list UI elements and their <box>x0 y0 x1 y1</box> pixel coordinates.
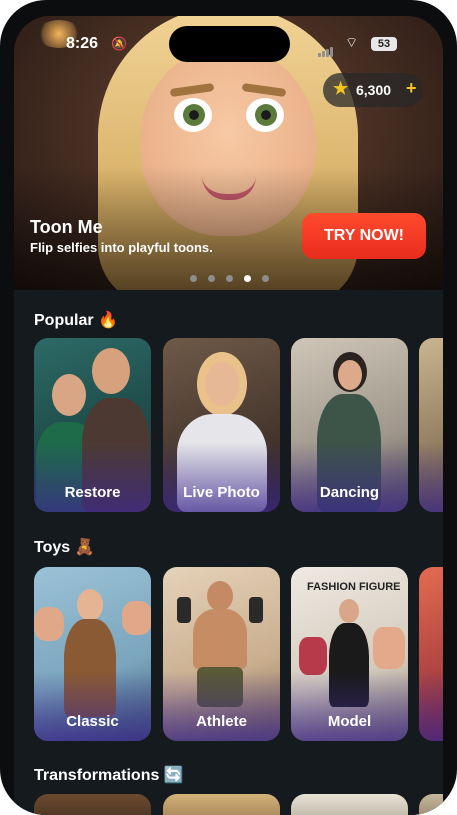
carousel-dot[interactable] <box>262 275 269 282</box>
status-bar: 8:26 🔕 ⌔ 53 <box>14 16 443 72</box>
signal-icon <box>318 39 334 57</box>
card-label: Classic <box>66 713 119 730</box>
plus-icon: + <box>406 78 417 98</box>
card-model[interactable]: FASHION FIGURE Model <box>291 567 408 741</box>
try-now-button[interactable]: TRY NOW! <box>302 213 426 259</box>
card-label: Athlete <box>196 713 247 730</box>
dumbbell <box>177 597 191 623</box>
card-transformation[interactable] <box>34 794 151 815</box>
toys-row[interactable]: Classic Athlete FASHION FIGURE Model <box>34 567 443 741</box>
hand-right <box>122 601 151 635</box>
card-athlete[interactable]: Athlete <box>163 567 280 741</box>
dynamic-island <box>169 26 290 62</box>
hero-subtitle: Flip selfies into playful toons. <box>30 240 213 255</box>
fire-icon: 🔥 <box>98 312 118 329</box>
card-label: Model <box>327 713 372 730</box>
toy-torso <box>193 609 247 669</box>
bell-slash-icon: 🔕 <box>111 36 128 51</box>
card-transformation[interactable] <box>163 794 280 815</box>
hero-title: Toon Me <box>30 217 103 237</box>
card-restore[interactable]: Restore <box>34 338 151 512</box>
toy-head <box>207 581 233 611</box>
eye-right <box>246 98 284 132</box>
carousel-dots[interactable] <box>190 269 280 287</box>
card-transformation[interactable] <box>291 794 408 815</box>
status-time: 8:26 <box>66 35 99 52</box>
coin-balance-button[interactable]: ★ 6,300 + <box>323 73 423 107</box>
card-peek[interactable] <box>419 567 443 741</box>
popular-row[interactable]: Restore Live Photo Dancing <box>34 338 443 512</box>
card-dancing[interactable]: Dancing <box>291 338 408 512</box>
star-icon: ★ <box>333 79 349 98</box>
carousel-dot[interactable] <box>226 275 233 282</box>
refresh-icon: 🔄 <box>163 767 184 784</box>
portrait-man <box>92 348 130 394</box>
portrait-face <box>205 362 239 406</box>
battery-icon: 53 <box>371 37 397 51</box>
transformations-row[interactable] <box>34 794 443 815</box>
carousel-dot-active[interactable] <box>244 275 251 282</box>
card-live-photo[interactable]: Live Photo <box>163 338 280 512</box>
carousel-dot[interactable] <box>208 275 215 282</box>
card-label: Restore <box>64 484 121 501</box>
card-label: Dancing <box>319 484 380 501</box>
hand-right <box>373 627 405 669</box>
card-label: Live Photo <box>183 484 260 501</box>
section-title-toys: Toys 🧸 <box>34 539 95 556</box>
portrait-face <box>338 360 362 390</box>
app-screen: Toon Me Flip selfies into playful toons.… <box>14 16 443 815</box>
portrait-woman <box>52 374 86 416</box>
toy-head <box>77 589 103 621</box>
bottle <box>249 597 263 623</box>
carousel-dot[interactable] <box>190 275 197 282</box>
section-title-popular: Popular 🔥 <box>34 312 118 329</box>
card-peek[interactable] <box>419 338 443 512</box>
coin-balance: 6,300 <box>356 82 392 98</box>
toy-head <box>339 599 359 623</box>
hand-left <box>34 607 64 641</box>
wifi-icon: ⌔ <box>345 34 359 50</box>
hand-left <box>299 637 327 675</box>
toy-box-label: FASHION FIGURE <box>307 581 401 593</box>
phone-frame: Toon Me Flip selfies into playful toons.… <box>0 0 457 815</box>
eye-left <box>174 98 212 132</box>
section-title-transformations: Transformations 🔄 <box>34 767 184 784</box>
teddy-bear-icon: 🧸 <box>74 539 95 556</box>
card-classic[interactable]: Classic <box>34 567 151 741</box>
card-transformation[interactable] <box>419 794 443 815</box>
